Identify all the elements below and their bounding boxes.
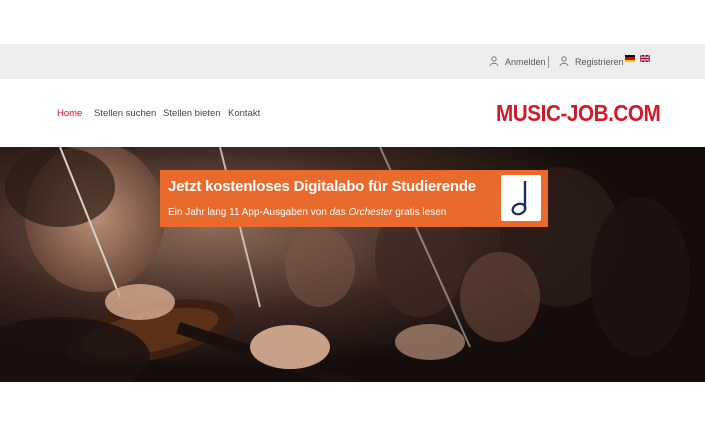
nav-home[interactable]: Home: [57, 108, 82, 119]
banner-subtitle-prefix: Ein Jahr lang 11 App-Ausgaben von: [168, 207, 330, 218]
main-nav-2: Stellen suchen: [94, 104, 156, 122]
nav-stellen-suchen[interactable]: Stellen suchen: [94, 108, 156, 119]
banner-title: Jetzt kostenloses Digitalabo für Studier…: [168, 178, 476, 195]
flag-en-icon[interactable]: [640, 55, 650, 62]
promo-banner[interactable]: Jetzt kostenloses Digitalabo für Studier…: [160, 170, 548, 227]
user-login-icon: [489, 56, 499, 67]
topbar-divider: [548, 56, 549, 68]
music-note-icon: [511, 181, 527, 216]
banner-subtitle: Ein Jahr lang 11 App-Ausgaben von das Or…: [168, 207, 446, 218]
login-link[interactable]: Anmelden: [489, 44, 546, 79]
banner-subtitle-italic: das Orchester: [329, 207, 393, 218]
user-register-icon: [559, 56, 569, 67]
register-link[interactable]: Registrieren: [559, 44, 624, 79]
flag-de-icon[interactable]: [625, 55, 635, 62]
main-nav-3: Stellen bieten: [163, 104, 221, 122]
app-badge: [501, 175, 541, 221]
nav-kontakt[interactable]: Kontakt: [228, 108, 260, 119]
banner-subtitle-suffix: gratis lesen: [392, 207, 447, 218]
login-label: Anmelden: [505, 56, 546, 67]
nav-stellen-bieten[interactable]: Stellen bieten: [163, 108, 221, 119]
register-label: Registrieren: [575, 56, 624, 67]
main-nav-4: Kontakt: [228, 104, 260, 122]
main-nav: Home: [57, 104, 82, 122]
site-logo[interactable]: MUSIC-JOB.COM: [496, 100, 661, 126]
